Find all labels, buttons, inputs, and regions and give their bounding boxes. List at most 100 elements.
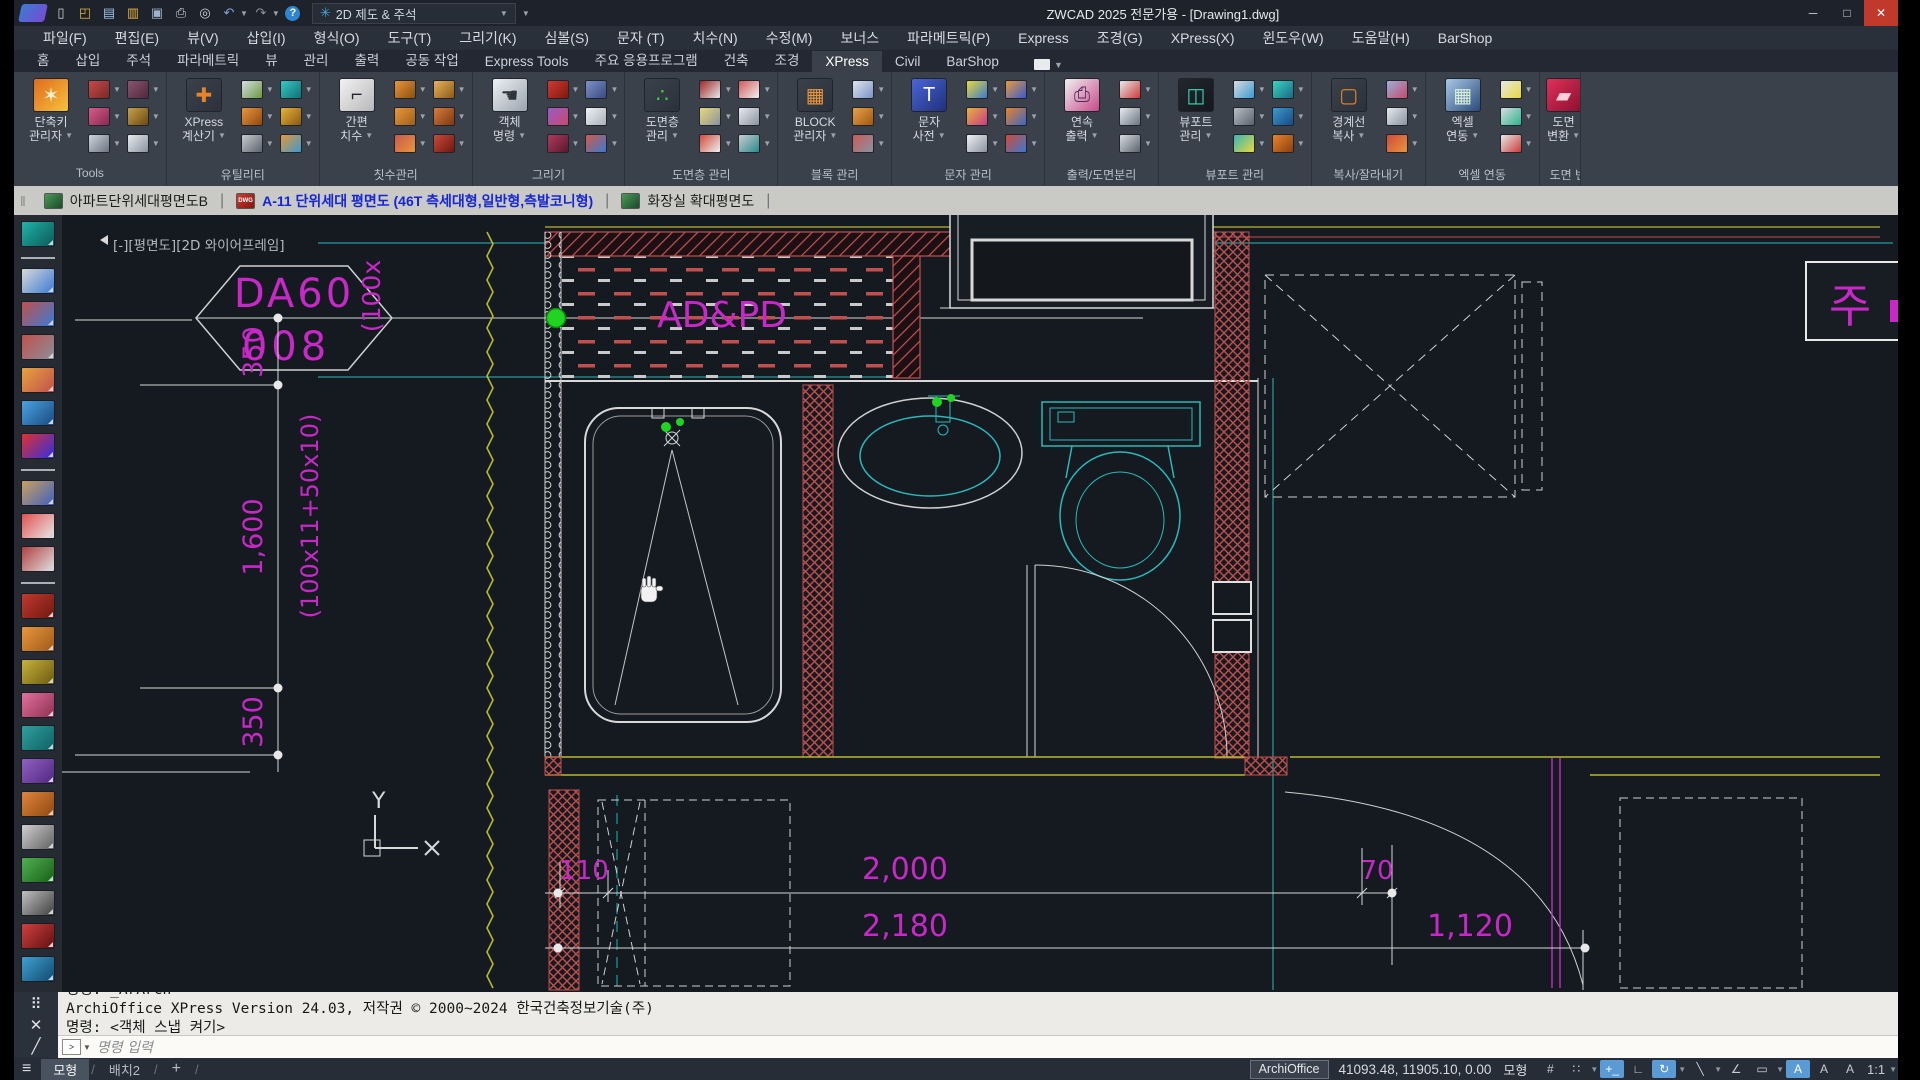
ribbon-overflow-button[interactable]: ▼ xyxy=(1026,57,1071,72)
workspace-switcher[interactable]: ✳ 2D 제도 & 주석 ▼ xyxy=(312,3,516,24)
menu-item-파라메트릭P[interactable]: 파라메트릭(P) xyxy=(894,26,1003,50)
ribbon-tab-삽입[interactable]: 삽입 xyxy=(62,46,113,72)
vp-star-orange-button[interactable]: ▼ xyxy=(1272,132,1305,154)
lz-graph-button[interactable]: ▼ xyxy=(241,105,274,127)
tab-model[interactable]: 모형 xyxy=(41,1059,89,1080)
dim-arrow-button[interactable]: ▼ xyxy=(433,105,466,127)
open-file-icon[interactable]: ◰ xyxy=(74,3,96,23)
copies-button[interactable]: ▼ xyxy=(1119,105,1152,127)
mouse-button[interactable]: ▼ xyxy=(88,132,121,154)
cursor-note-button[interactable]: ▼ xyxy=(127,132,160,154)
annotation-auto-icon[interactable]: A xyxy=(1812,1060,1836,1078)
text-edit-button[interactable]: ▼ xyxy=(966,78,999,100)
space-mode-label[interactable]: 모형 xyxy=(1503,1060,1527,1079)
table-tool-icon[interactable] xyxy=(21,857,55,883)
ribbon-tab-뷰[interactable]: 뷰 xyxy=(252,46,290,72)
teal-rect-button[interactable]: ▼ xyxy=(280,78,313,100)
chevron-down-icon[interactable]: ▼ xyxy=(1678,1065,1686,1074)
save-all-icon[interactable]: ▥ xyxy=(122,3,144,23)
grip-point[interactable] xyxy=(547,309,566,328)
purple-lines-button[interactable]: ▼ xyxy=(547,105,580,127)
vp-print-button[interactable]: ▼ xyxy=(1233,78,1266,100)
ribbon-tab-BarShop[interactable]: BarShop xyxy=(933,51,1012,72)
customize-cmd-icon[interactable]: ╱ xyxy=(31,1037,40,1055)
red-frame-button[interactable]: ▼ xyxy=(547,78,580,100)
print-icon[interactable]: ⎙ xyxy=(170,3,192,23)
polar-tracking-icon[interactable]: ↻ xyxy=(1652,1060,1676,1078)
new-layout-button[interactable]: + xyxy=(160,1059,193,1079)
polygon-area-button[interactable]: ▼ xyxy=(280,105,313,127)
preview-icon[interactable]: ◎ xyxy=(194,3,216,23)
shortcut-manager-button[interactable]: ✶단축키관리자▼ xyxy=(20,78,82,143)
close-cmd-icon[interactable]: ✕ xyxy=(30,1016,43,1034)
ortho-icon[interactable]: ∟ xyxy=(1626,1060,1650,1078)
maximize-button[interactable]: □ xyxy=(1830,0,1864,26)
hatch-edit-icon[interactable] xyxy=(21,334,55,360)
object-track-icon[interactable]: ▭ xyxy=(1750,1060,1774,1078)
text-big-a-button[interactable]: ▼ xyxy=(966,132,999,154)
document-tab-1[interactable]: 아파트단위세대평면도B xyxy=(32,186,220,215)
note-pencil-button[interactable]: ▼ xyxy=(241,78,274,100)
chevron-down-icon[interactable]: ▼ xyxy=(1714,1065,1722,1074)
layer-merge-button[interactable]: ▼ xyxy=(738,132,771,154)
teal-hatch-icon[interactable] xyxy=(21,725,55,751)
purple-tool-icon[interactable] xyxy=(21,758,55,784)
dim-horizontal-button[interactable]: ▼ xyxy=(394,78,427,100)
close-button[interactable]: ✕ xyxy=(1864,0,1898,26)
chevron-down-icon[interactable]: ▼ xyxy=(272,9,280,18)
text-dictionary-button[interactable]: T문자사전▼ xyxy=(898,78,960,143)
zoom-check-button[interactable]: ▼ xyxy=(88,78,121,100)
number-tool-icon[interactable] xyxy=(21,824,55,850)
command-history[interactable]: 명령: _ArArch ArchiOffice XPress Version 2… xyxy=(58,992,1898,1035)
layer-off-button[interactable]: ▼ xyxy=(738,78,771,100)
tab-layout2[interactable]: 배치2 xyxy=(97,1059,152,1080)
file-convert-icon[interactable] xyxy=(21,268,55,294)
ribbon-tab-ExpressTools[interactable]: Express Tools xyxy=(472,51,582,72)
crane-tool-icon[interactable] xyxy=(21,659,55,685)
help-icon[interactable]: ? xyxy=(282,3,304,23)
ribbon-tab-파라메트릭[interactable]: 파라메트릭 xyxy=(164,46,252,72)
red-block-icon[interactable] xyxy=(21,593,55,619)
batch-plot-button[interactable]: ⎙연속출력▼ xyxy=(1051,78,1113,143)
red-web-button[interactable]: ▼ xyxy=(547,132,580,154)
stair-tool-icon[interactable] xyxy=(21,890,55,916)
angle-icon[interactable]: ∠ xyxy=(1724,1060,1748,1078)
annotation-scale-button[interactable]: 1:1▼ xyxy=(1867,1062,1898,1077)
boundary-copy-button[interactable]: ▢경계선복사▼ xyxy=(1318,78,1380,143)
vp-ruler-button[interactable]: ▼ xyxy=(1233,105,1266,127)
hand-copy-button[interactable]: ▼ xyxy=(1386,105,1419,127)
menu-item-윈도우W[interactable]: 윈도우(W) xyxy=(1250,26,1337,50)
command-prompt-icon[interactable]: >▼ xyxy=(62,1039,91,1055)
layer-sheets-button[interactable]: ▼ xyxy=(738,105,771,127)
excel-link-button[interactable]: ▦엑셀연동▼ xyxy=(1432,78,1494,143)
easy-dimension-button[interactable]: ⌐간편치수▼ xyxy=(326,78,388,143)
document-tab-3[interactable]: 화장실 확대평면도 xyxy=(609,186,766,215)
minimize-button[interactable]: ─ xyxy=(1796,0,1830,26)
paint-block-button[interactable]: ▼ xyxy=(88,105,121,127)
ribbon-tab-주요응용프로그램[interactable]: 주요 응용프로그램 xyxy=(582,46,711,72)
document-tab-2[interactable]: DWGA-11 단위세대 평면도 (46T 측세대형,일반형,측발코니형) xyxy=(224,186,605,215)
layer-red-sheet-button[interactable]: ▼ xyxy=(699,132,732,154)
text-find-button[interactable]: ▼ xyxy=(1005,132,1038,154)
grid-icon[interactable]: # xyxy=(1538,1060,1562,1078)
menu-item-조경G[interactable]: 조경(G) xyxy=(1084,26,1156,50)
orange-tool-icon[interactable] xyxy=(21,791,55,817)
ref-compare-icon[interactable] xyxy=(21,301,55,327)
save-icon[interactable]: ▤ xyxy=(98,3,120,23)
snap-icon[interactable]: ∷ xyxy=(1564,1060,1588,1078)
text-ab-button[interactable]: ▼ xyxy=(1005,78,1038,100)
object-snap-icon[interactable]: ╲ xyxy=(1688,1060,1712,1078)
qat-customize-icon[interactable]: ▼ xyxy=(522,9,530,18)
tile-tool-icon[interactable] xyxy=(21,956,55,982)
viewport-label[interactable]: [-][평면도][2D 와이어프레임] xyxy=(100,235,285,254)
text-style-button[interactable]: ▼ xyxy=(966,105,999,127)
command-input[interactable]: >▼ 명령 입력 xyxy=(58,1035,1898,1058)
roof-tool-icon[interactable] xyxy=(21,923,55,949)
ribbon-tab-주석[interactable]: 주석 xyxy=(113,46,164,72)
vp-star-blue2-button[interactable]: ▼ xyxy=(1272,105,1305,127)
ribbon-tab-출력[interactable]: 출력 xyxy=(341,46,392,72)
chevron-down-icon[interactable]: ▼ xyxy=(1776,1065,1784,1074)
copy-icon[interactable]: ▣ xyxy=(146,3,168,23)
layer-manage-button[interactable]: ∴도면층관리▼ xyxy=(631,78,693,143)
stripe-tool-icon[interactable] xyxy=(21,513,55,539)
